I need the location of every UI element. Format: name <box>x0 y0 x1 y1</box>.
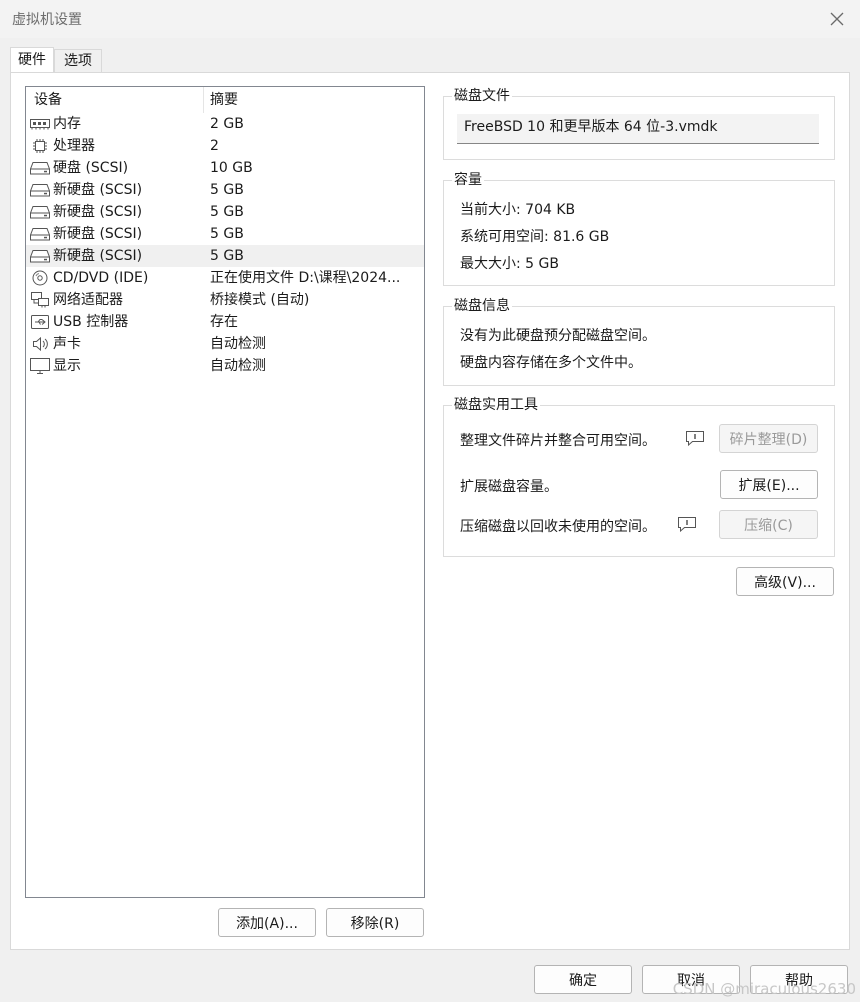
close-icon <box>830 12 844 26</box>
current-size-text: 当前大小: 704 KB <box>460 202 576 218</box>
compact-button[interactable]: 压缩(C) <box>719 510 818 539</box>
split-files-text: 硬盘内容存储在多个文件中。 <box>460 355 642 371</box>
device-summary: 5 GB <box>210 248 244 264</box>
column-header-device[interactable]: 设备 <box>26 87 204 113</box>
info-icon[interactable] <box>685 430 705 446</box>
device-row-new-disk-2[interactable]: 新硬盘 (SCSI) 5 GB <box>26 201 424 223</box>
available-space-text: 系统可用空间: 81.6 GB <box>460 229 610 245</box>
device-summary: 5 GB <box>210 226 244 242</box>
device-row-cd-dvd[interactable]: CD/DVD (IDE) 正在使用文件 D:\课程\2024... <box>26 267 424 289</box>
disk-info-group-title: 磁盘信息 <box>452 297 512 315</box>
advanced-button[interactable]: 高级(V)... <box>736 567 834 596</box>
defrag-button[interactable]: 碎片整理(D) <box>719 424 818 453</box>
device-name: 显示 <box>53 358 81 374</box>
device-row-new-disk-3[interactable]: 新硬盘 (SCSI) 5 GB <box>26 223 424 245</box>
device-list[interactable]: 设备 摘要 内存 2 GB 处理器 2 硬盘 (SCSI) 10 GB 新硬盘 … <box>25 86 425 898</box>
title-bar: 虚拟机设置 <box>0 0 860 38</box>
device-row-usb[interactable]: USB 控制器 存在 <box>26 311 424 333</box>
list-header: 设备 摘要 <box>26 87 424 113</box>
ok-button[interactable]: 确定 <box>534 965 632 994</box>
usb-icon <box>30 314 50 330</box>
preallocation-text: 没有为此硬盘预分配磁盘空间。 <box>460 328 656 344</box>
device-summary: 自动检测 <box>210 358 266 374</box>
device-name: 硬盘 (SCSI) <box>53 160 129 176</box>
monitor-icon <box>30 358 50 374</box>
device-row-sound[interactable]: 声卡 自动检测 <box>26 333 424 355</box>
device-name: USB 控制器 <box>53 314 129 330</box>
device-name: 新硬盘 (SCSI) <box>53 248 143 264</box>
info-icon[interactable] <box>677 516 697 532</box>
device-name: 处理器 <box>53 138 95 154</box>
device-name: 声卡 <box>53 336 81 352</box>
device-name: 新硬盘 (SCSI) <box>53 226 143 242</box>
disk-icon <box>30 204 50 220</box>
disk-icon <box>30 248 50 264</box>
device-row-processor[interactable]: 处理器 2 <box>26 135 424 157</box>
tab-hardware[interactable]: 硬件 <box>10 47 54 74</box>
tab-strip: 硬件 选项 <box>10 47 102 74</box>
expand-button[interactable]: 扩展(E)... <box>720 470 818 499</box>
disk-file-group-title: 磁盘文件 <box>452 87 512 105</box>
disk-file-field[interactable]: FreeBSD 10 和更早版本 64 位-3.vmdk <box>457 114 819 144</box>
disk-info-group: 磁盘信息 <box>443 297 835 386</box>
watermark: CSDN @miraculous2630 <box>672 980 856 998</box>
device-summary: 5 GB <box>210 182 244 198</box>
capacity-group-title: 容量 <box>452 171 484 189</box>
device-row-memory[interactable]: 内存 2 GB <box>26 113 424 135</box>
close-button[interactable] <box>814 0 860 38</box>
disk-icon <box>30 160 50 176</box>
remove-device-button[interactable]: 移除(R) <box>326 908 424 937</box>
column-header-summary[interactable]: 摘要 <box>204 87 238 113</box>
add-device-button[interactable]: 添加(A)... <box>218 908 316 937</box>
device-row-new-disk-4-selected[interactable]: 新硬盘 (SCSI) 5 GB <box>26 245 424 267</box>
device-name: 新硬盘 (SCSI) <box>53 182 143 198</box>
device-summary: 自动检测 <box>210 336 266 352</box>
device-summary: 正在使用文件 D:\课程\2024... <box>210 270 401 286</box>
device-summary: 2 <box>210 138 219 154</box>
window-title: 虚拟机设置 <box>12 12 82 28</box>
cd-icon <box>30 270 50 286</box>
device-summary: 10 GB <box>210 160 253 176</box>
disk-tools-group-title: 磁盘实用工具 <box>452 396 540 414</box>
memory-icon <box>30 116 50 132</box>
device-summary: 桥接模式 (自动) <box>210 292 310 308</box>
device-row-display[interactable]: 显示 自动检测 <box>26 355 424 377</box>
device-summary: 5 GB <box>210 204 244 220</box>
max-size-text: 最大大小: 5 GB <box>460 256 559 272</box>
device-summary: 2 GB <box>210 116 244 132</box>
device-name: CD/DVD (IDE) <box>53 270 149 286</box>
speaker-icon <box>30 336 50 352</box>
disk-icon <box>30 182 50 198</box>
defrag-text: 整理文件碎片并整合可用空间。 <box>460 433 656 449</box>
device-row-new-disk-1[interactable]: 新硬盘 (SCSI) 5 GB <box>26 179 424 201</box>
device-row-disk[interactable]: 硬盘 (SCSI) 10 GB <box>26 157 424 179</box>
device-summary: 存在 <box>210 314 238 330</box>
cpu-icon <box>30 138 50 154</box>
tab-options[interactable]: 选项 <box>54 49 102 73</box>
network-icon <box>30 292 50 308</box>
compact-text: 压缩磁盘以回收未使用的空间。 <box>460 519 656 535</box>
expand-text: 扩展磁盘容量。 <box>460 479 558 495</box>
device-name: 新硬盘 (SCSI) <box>53 204 143 220</box>
disk-icon <box>30 226 50 242</box>
device-name: 内存 <box>53 116 81 132</box>
device-row-network[interactable]: 网络适配器 桥接模式 (自动) <box>26 289 424 311</box>
device-name: 网络适配器 <box>53 292 123 308</box>
